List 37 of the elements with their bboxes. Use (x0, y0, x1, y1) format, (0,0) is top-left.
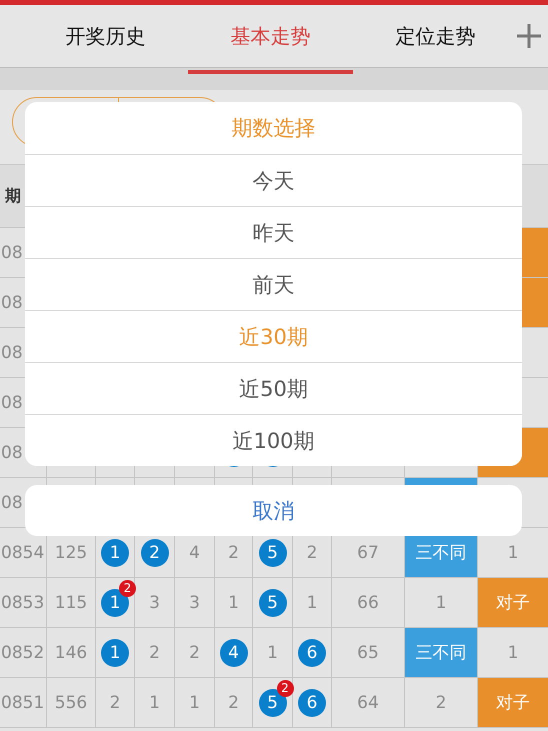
table-cell: 2 (96, 678, 135, 728)
table-cell: 115 (47, 578, 96, 628)
column-header: 期 (5, 186, 21, 206)
number-ball: 1 (101, 638, 129, 666)
table-cell: 1 (253, 628, 293, 678)
status-cell: 对子 (478, 578, 548, 628)
table-cell: 64 (332, 678, 405, 728)
table-cell: 66 (332, 578, 405, 628)
table-cell: 0853 (0, 578, 47, 628)
table-cell: 1 (293, 578, 332, 628)
number-ball: 6 (298, 638, 326, 666)
tab[interactable]: 基本走势 (188, 5, 353, 74)
table-cell: 0852 (0, 628, 47, 678)
tab[interactable]: 开奖历史 (23, 5, 188, 74)
number-ball: 1 (101, 538, 129, 566)
status-cell: 对子 (478, 678, 548, 728)
table-cell: 3 (175, 578, 215, 628)
number-ball: 2 (140, 538, 168, 566)
table-cell: 2 (175, 628, 215, 678)
number-ball: 6 (298, 688, 326, 716)
table-cell: 2 (135, 628, 175, 678)
table-cell: 1 (135, 678, 175, 728)
table-cell: 1 (215, 578, 253, 628)
table-cell: 1 (175, 678, 215, 728)
table-cell: 146 (47, 628, 96, 678)
number-ball: 5 (258, 588, 286, 616)
number-ball: 4 (220, 638, 248, 666)
table-cell: 556 (47, 678, 96, 728)
table-cell: 3 (135, 578, 175, 628)
count-badge: 2 (119, 580, 136, 596)
count-badge: 2 (276, 680, 294, 696)
table-cell: 2 (215, 678, 253, 728)
number-ball: 5 (258, 538, 286, 566)
cancel-dialog[interactable]: 取消 (25, 485, 522, 536)
tab[interactable]: 定位走势 (353, 5, 518, 74)
table-cell: 0851 (0, 678, 47, 728)
status-cell: 三不同 (405, 628, 478, 678)
